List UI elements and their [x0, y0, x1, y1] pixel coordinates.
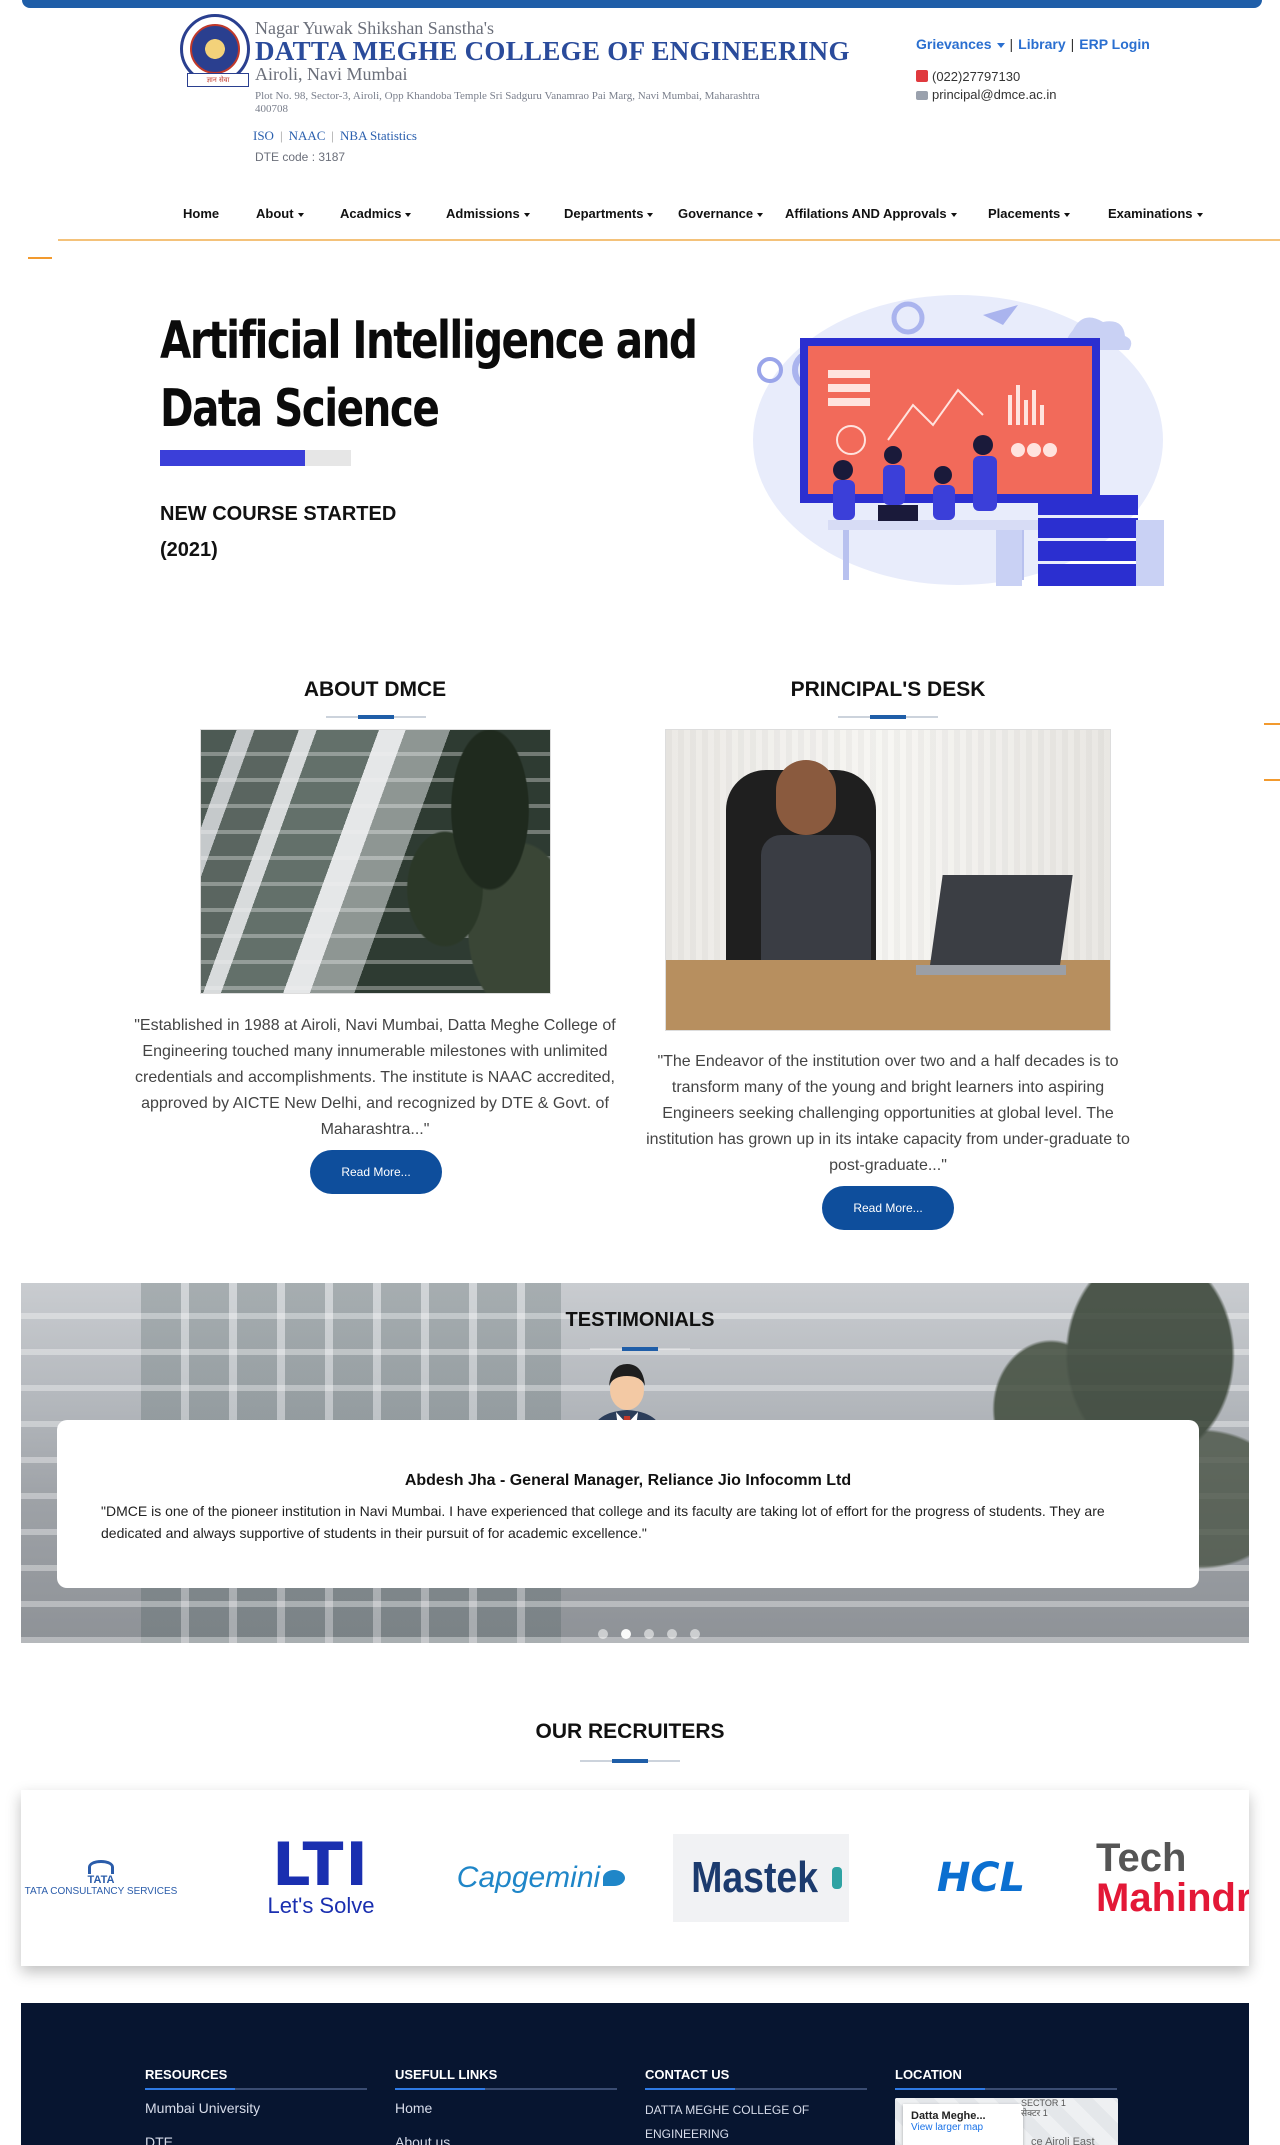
- grievances-dropdown[interactable]: Grievances: [916, 36, 1005, 52]
- testimonial-quote: "DMCE is one of the pioneer institution …: [101, 1503, 1105, 1541]
- erp-login-link[interactable]: ERP Login: [1079, 36, 1150, 52]
- quick-links: Grievances | Library | ERP Login: [916, 36, 1150, 52]
- mastek-logo: Mastek: [671, 1790, 851, 1966]
- principal-read-more-button[interactable]: Read More...: [822, 1186, 954, 1230]
- footer-divider: [145, 2088, 367, 2090]
- footer-links-title: USEFULL LINKS: [395, 2067, 498, 2082]
- recruiters-underline: [580, 1759, 680, 1763]
- chevron-down-icon: [996, 42, 1005, 48]
- principal-title: PRINCIPAL'S DESK: [790, 678, 986, 701]
- carousel-dot[interactable]: [690, 1629, 700, 1639]
- map-view-larger-link[interactable]: View larger map: [911, 2122, 1015, 2133]
- principal-underline: [838, 715, 938, 719]
- chevron-down-icon: [647, 212, 654, 217]
- college-name[interactable]: DATTA MEGHE COLLEGE OF ENGINEERING: [255, 36, 850, 67]
- phone-icon: [916, 70, 928, 82]
- carousel-dot[interactable]: [667, 1629, 677, 1639]
- about-title: ABOUT DMCE: [303, 678, 447, 701]
- carousel-dots: [598, 1626, 713, 1644]
- footer-contact-address: DATTA MEGHE COLLEGE OF ENGINEERING: [645, 2103, 810, 2141]
- library-link[interactable]: Library: [1018, 36, 1065, 52]
- hero-illustration: [753, 295, 1164, 586]
- nba-statistics-link[interactable]: NBA Statistics: [340, 128, 417, 143]
- main-navigation: Home About Acadmics Admissions Departmen…: [0, 206, 1280, 230]
- college-city: Airoli, Navi Mumbai: [255, 64, 408, 84]
- nav-examinations[interactable]: Examinations: [1108, 206, 1203, 221]
- tata-emblem-icon: [87, 1859, 114, 1874]
- nav-divider: [58, 239, 1280, 241]
- iso-link[interactable]: ISO: [253, 128, 274, 143]
- nav-affiliations[interactable]: Affilations AND Approvals: [785, 206, 957, 221]
- hero-title: Artificial Intelligence and Data Science: [160, 311, 698, 439]
- testimonials-title: TESTIMONIALS: [565, 1309, 715, 1331]
- decorative-dash: [1264, 779, 1280, 781]
- college-address: Plot No. 98, Sector-3, Airoli, Opp Khand…: [255, 90, 760, 115]
- tech-mahindra-logo: Tech Mahindra: [1096, 1836, 1249, 1920]
- footer-contact-title: CONTACT US: [645, 2067, 730, 2082]
- testimonial-author: Abdesh Jha - General Manager, Reliance J…: [404, 1472, 852, 1489]
- recruiters-title: OUR RECRUITERS: [535, 1720, 725, 1743]
- about-text: "Established in 1988 at Airoli, Navi Mum…: [134, 1017, 616, 1138]
- carousel-dot[interactable]: [598, 1629, 608, 1639]
- capgemini-logo: Capgemini: [441, 1790, 641, 1966]
- map-place-title: Datta Meghe...: [911, 2110, 986, 2122]
- top-accent-bar: [22, 0, 1262, 8]
- footer-divider: [395, 2088, 617, 2090]
- footer-link-about[interactable]: About us: [395, 2130, 450, 2145]
- about-read-more-button[interactable]: Read More...: [310, 1150, 442, 1194]
- nav-governance[interactable]: Governance: [678, 206, 764, 221]
- hero-progress-bar: [160, 450, 351, 466]
- map-label: SECTOR 1 सेक्टर 1: [1021, 2098, 1066, 2118]
- footer-location-title: LOCATION: [895, 2067, 962, 2082]
- chevron-down-icon: [950, 212, 957, 217]
- dte-code: DTE code : 3187: [255, 150, 346, 164]
- logo-emblem-icon: [190, 24, 240, 74]
- carousel-dot[interactable]: [644, 1629, 654, 1639]
- chevron-down-icon: [757, 212, 764, 217]
- principal-text: "The Endeavor of the institution over tw…: [646, 1053, 1130, 1174]
- nav-home[interactable]: Home: [183, 206, 219, 221]
- nav-admissions[interactable]: Admissions: [446, 206, 530, 221]
- chevron-down-icon: [1064, 212, 1071, 217]
- location-map[interactable]: Datta Meghe... View larger map SECTOR 1 …: [895, 2098, 1118, 2145]
- hcl-logo: HCL: [936, 1855, 1026, 1901]
- college-building-photo: [200, 729, 551, 994]
- college-logo[interactable]: ज्ञान सेवा: [180, 14, 250, 87]
- footer-resources-title: RESOURCES: [145, 2067, 228, 2082]
- nav-placements[interactable]: Placements: [988, 206, 1071, 221]
- footer-link-mumbai-university[interactable]: Mumbai University: [145, 2096, 260, 2120]
- lti-logo: LTI Let's Solve: [267, 1830, 375, 1918]
- nav-acadmics[interactable]: Acadmics: [340, 206, 412, 221]
- phone-number: (022)27797130: [932, 69, 1021, 84]
- carousel-dot[interactable]: [621, 1629, 631, 1639]
- logo-ribbon: ज्ञान सेवा: [187, 73, 249, 87]
- principal-photo: [665, 729, 1111, 1031]
- chevron-down-icon: [523, 212, 530, 217]
- decorative-dash: [1264, 723, 1280, 725]
- tcs-logo: TATA TATA CONSULTANCY SERVICES: [21, 1790, 181, 1966]
- footer-divider: [645, 2088, 867, 2090]
- nav-departments[interactable]: Departments: [564, 206, 654, 221]
- footer-link-home[interactable]: Home: [395, 2096, 432, 2120]
- footer-divider: [895, 2088, 1117, 2090]
- testimonial-card: Abdesh Jha - General Manager, Reliance J…: [57, 1420, 1199, 1588]
- about-underline: [326, 715, 426, 719]
- header-contact: (022)27797130 principal@dmce.ac.in: [916, 68, 1056, 104]
- accreditation-links: ISO | NAAC | NBA Statistics: [253, 128, 417, 143]
- footer-link-dte[interactable]: DTE: [145, 2130, 173, 2145]
- chevron-down-icon: [297, 212, 304, 217]
- mastek-mark-icon: [831, 1867, 842, 1889]
- mail-icon: [916, 91, 928, 100]
- email-address[interactable]: principal@dmce.ac.in: [932, 87, 1056, 102]
- chevron-down-icon: [405, 212, 412, 217]
- decorative-dash: [28, 257, 52, 259]
- map-label: ce Airoli East: [1031, 2136, 1095, 2145]
- recruiters-carousel: TATA TATA CONSULTANCY SERVICES LTI Let's…: [21, 1790, 1249, 1966]
- nav-about[interactable]: About: [256, 206, 304, 221]
- naac-link[interactable]: NAAC: [289, 128, 326, 143]
- capgemini-spade-icon: [603, 1870, 626, 1886]
- chevron-down-icon: [1196, 212, 1203, 217]
- hero-subtitle: NEW COURSE STARTED (2021): [160, 503, 397, 561]
- testimonials-underline: [590, 1347, 690, 1351]
